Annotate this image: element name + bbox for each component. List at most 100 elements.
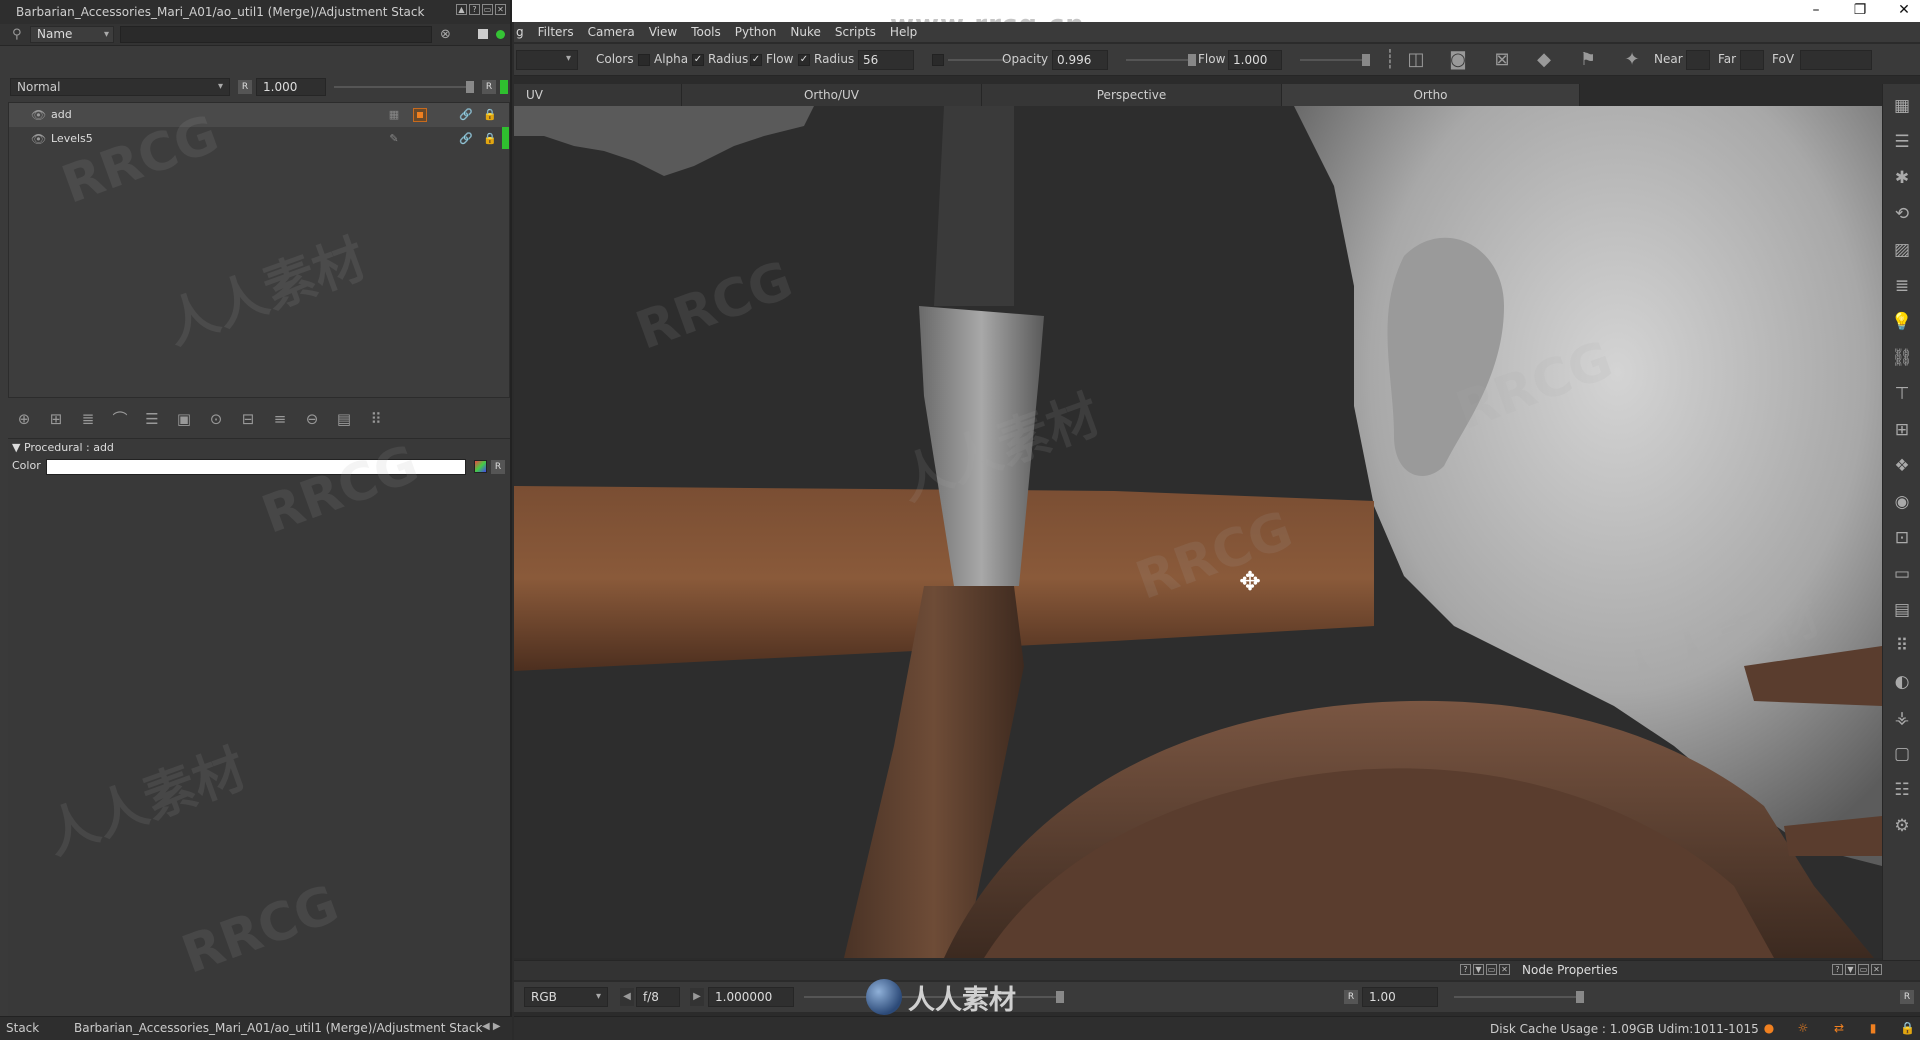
- layer-row-levels5[interactable]: 👁 Levels5 ✎ 🔗 🔒: [9, 127, 509, 151]
- cache-status-icon[interactable]: ●: [1762, 1021, 1776, 1035]
- meter-icon[interactable]: ▮: [1866, 1021, 1880, 1035]
- menu-camera[interactable]: Camera: [588, 25, 635, 39]
- projectors-icon[interactable]: ⚶: [1890, 706, 1914, 730]
- restore-icon[interactable]: ▭: [1858, 964, 1869, 975]
- lock-icon[interactable]: 🔒: [483, 108, 497, 122]
- snapshots-icon[interactable]: ⊡: [1890, 526, 1914, 550]
- radius-field[interactable]: 56: [858, 50, 914, 70]
- visibility-eye-icon[interactable]: 👁: [31, 103, 46, 127]
- near-field[interactable]: [1686, 50, 1710, 70]
- node-properties-title[interactable]: Node Properties: [1522, 963, 1618, 977]
- remove-layer-icon[interactable]: ⊖: [300, 408, 324, 430]
- menu-nuke[interactable]: Nuke: [790, 25, 821, 39]
- layers-icon[interactable]: ≣: [1890, 274, 1914, 298]
- palette-icon[interactable]: ▦: [1890, 94, 1914, 118]
- help-icon[interactable]: ?: [1832, 964, 1843, 975]
- opacity-slider[interactable]: [1126, 54, 1196, 66]
- merge-down-icon[interactable]: ⊟: [236, 408, 260, 430]
- layer-row-add[interactable]: 👁 add ▦ 🔗 🔒: [9, 103, 509, 127]
- shading-icon[interactable]: ◆: [1532, 49, 1556, 71]
- slider-handle[interactable]: [1362, 54, 1370, 66]
- slider-handle[interactable]: [1056, 991, 1064, 1003]
- menu-help[interactable]: Help: [890, 25, 917, 39]
- node-graph-icon[interactable]: ⛓: [1890, 346, 1914, 370]
- tab-scroll-arrows[interactable]: ◀ ▶: [482, 1021, 501, 1032]
- menu-tools[interactable]: Tools: [691, 25, 721, 39]
- viewer-reset-button[interactable]: R: [1900, 990, 1914, 1004]
- close-panel-icon[interactable]: ✕: [1871, 964, 1882, 975]
- 3d-viewport[interactable]: RRCG 人人素材 RRCG RRCG 人人素材: [514, 106, 1882, 958]
- search-field-dropdown[interactable]: Name: [30, 26, 114, 43]
- textures-icon[interactable]: ☷: [1890, 778, 1914, 802]
- projection-icon[interactable]: ◫: [1404, 49, 1428, 71]
- brush-preset-dropdown[interactable]: [516, 50, 578, 70]
- add-channel-layer-icon[interactable]: ⊙: [204, 408, 228, 430]
- collapse-triangle-icon[interactable]: ▼: [12, 441, 20, 454]
- reset-button[interactable]: R: [482, 80, 496, 94]
- visibility-eye-icon[interactable]: 👁: [31, 127, 46, 151]
- radius-slider[interactable]: [948, 59, 1008, 61]
- menu-view[interactable]: View: [649, 25, 677, 39]
- menu-item-partial[interactable]: g: [516, 25, 524, 39]
- colors-icon[interactable]: ⠿: [1890, 634, 1914, 658]
- objects-icon[interactable]: ❖: [1890, 454, 1914, 478]
- adjustment-icon[interactable]: [413, 108, 427, 122]
- float-icon[interactable]: ▲: [456, 4, 467, 15]
- selection-groups-icon[interactable]: ▭: [1890, 562, 1914, 586]
- radius-checkbox[interactable]: ✓: [750, 54, 762, 66]
- link-icon[interactable]: 🔗: [459, 108, 473, 122]
- flatten-icon[interactable]: ≡: [268, 408, 292, 430]
- brush-icon[interactable]: ✎: [387, 132, 401, 146]
- add-paint-layer-icon[interactable]: ⊕: [12, 408, 36, 430]
- slider-handle[interactable]: [1188, 54, 1196, 66]
- image-manager-icon[interactable]: ▨: [1890, 238, 1914, 262]
- channels-icon[interactable]: ⊞: [1890, 418, 1914, 442]
- color-swatch[interactable]: [46, 459, 466, 475]
- mask-toggle-icon[interactable]: [478, 29, 488, 39]
- mask-icon[interactable]: ▦: [387, 108, 401, 122]
- gain-slider[interactable]: [1454, 991, 1584, 1003]
- tab-perspective[interactable]: Perspective: [982, 84, 1282, 106]
- alpha-checkbox[interactable]: ✓: [692, 54, 704, 66]
- exposure-field[interactable]: 1.000000: [708, 987, 794, 1007]
- tool-properties-icon[interactable]: ⊤: [1890, 382, 1914, 406]
- add-adjustment-layer-icon[interactable]: ≣: [76, 408, 100, 430]
- add-procedural-layer-icon[interactable]: ⊞: [44, 408, 68, 430]
- color-reset-button[interactable]: R: [491, 460, 505, 474]
- sun-icon[interactable]: ☼: [1796, 1021, 1810, 1035]
- link-icon[interactable]: 🔗: [459, 132, 473, 146]
- camera-icon[interactable]: ◙: [1446, 49, 1470, 71]
- help-icon[interactable]: ?: [1460, 964, 1471, 975]
- lock-status-icon[interactable]: 🔒: [1900, 1021, 1915, 1035]
- gain-field[interactable]: 1.00: [1362, 987, 1438, 1007]
- restore-button[interactable]: ❐: [1838, 0, 1882, 22]
- camera-settings-icon[interactable]: ◐: [1890, 670, 1914, 694]
- minimize-button[interactable]: –: [1794, 0, 1838, 22]
- tab-uv[interactable]: UV: [514, 84, 682, 106]
- viewer-icon[interactable]: ▢: [1890, 742, 1914, 766]
- opacity-field[interactable]: 0.996: [1052, 50, 1108, 70]
- menu-filters[interactable]: Filters: [538, 25, 574, 39]
- paint-buffer-icon[interactable]: ▤: [1890, 598, 1914, 622]
- shelf-icon[interactable]: ☰: [1890, 130, 1914, 154]
- tab-ortho-uv[interactable]: Ortho/UV: [682, 84, 982, 106]
- color-picker-icon[interactable]: [474, 460, 487, 473]
- flow-slider[interactable]: [1300, 54, 1370, 66]
- restore-icon[interactable]: ▭: [482, 4, 493, 15]
- layer-opacity-field[interactable]: 1.000: [256, 78, 326, 96]
- slider-handle[interactable]: [466, 81, 474, 93]
- float-icon[interactable]: ▼: [1473, 964, 1484, 975]
- layer-opacity-slider[interactable]: [334, 81, 474, 93]
- grid-icon[interactable]: ⠿: [364, 408, 388, 430]
- flag-icon[interactable]: ⚑: [1576, 49, 1600, 71]
- stack-tab[interactable]: Stack: [6, 1021, 39, 1035]
- fstop-field[interactable]: f/8: [636, 987, 680, 1007]
- transform-icon[interactable]: ✦: [1620, 49, 1644, 71]
- flow-checkbox[interactable]: ✓: [798, 54, 810, 66]
- far-field[interactable]: [1740, 50, 1764, 70]
- menu-scripts[interactable]: Scripts: [835, 25, 876, 39]
- blend-mode-dropdown[interactable]: Normal: [10, 78, 230, 96]
- settings-icon[interactable]: ⚙: [1890, 814, 1914, 838]
- procedural-header[interactable]: ▼ Procedural : add: [8, 439, 510, 457]
- channel-dropdown[interactable]: RGB: [524, 987, 608, 1007]
